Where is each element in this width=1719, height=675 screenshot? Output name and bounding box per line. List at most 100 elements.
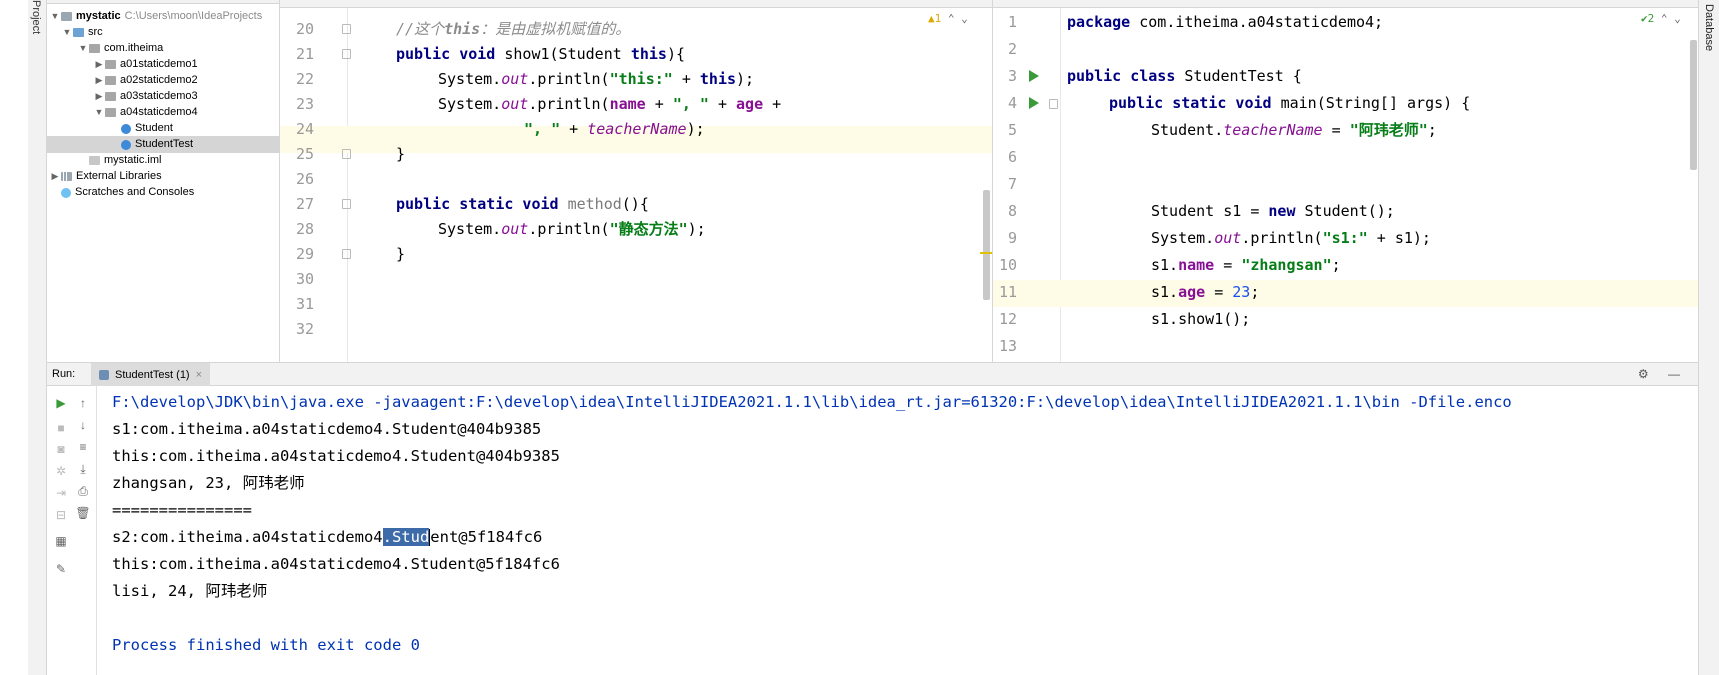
line-number: 30 bbox=[295, 270, 314, 288]
line-number: 13 bbox=[998, 337, 1017, 355]
fold-marker-icon[interactable] bbox=[342, 249, 351, 259]
fold-marker-icon[interactable] bbox=[342, 199, 351, 209]
tree-node-label: mystatic.iml bbox=[104, 154, 162, 166]
line-number: 23 bbox=[295, 95, 314, 113]
project-tree-header bbox=[47, 0, 279, 4]
console-line: s2:com.itheima.a04staticdemo4.Student@5f… bbox=[112, 528, 543, 546]
project-tool-tab[interactable]: Project bbox=[30, 0, 42, 34]
console-line: =============== bbox=[112, 501, 252, 519]
package-icon bbox=[89, 44, 100, 53]
settings-icon[interactable]: ⚙ — bbox=[1638, 367, 1688, 381]
run-panel-header: Run: StudentTest (1) × ⚙ — bbox=[47, 363, 1698, 386]
warning-stripe-marker[interactable] bbox=[980, 252, 992, 254]
chevron-right-icon[interactable]: ▶ bbox=[93, 88, 105, 105]
tree-node-a02[interactable]: ▶ a02staticdemo2 bbox=[93, 72, 198, 89]
line-number: 26 bbox=[295, 170, 314, 188]
tree-node-scratches[interactable]: Scratches and Consoles bbox=[61, 184, 194, 201]
right-tool-strip: Database bbox=[1698, 0, 1719, 675]
chevron-right-icon[interactable]: ▶ bbox=[93, 56, 105, 73]
code-line-12: s1.show1(); bbox=[1151, 310, 1251, 328]
dump-icon[interactable]: ⊟ bbox=[53, 508, 69, 522]
editor-scrollbar[interactable] bbox=[1690, 40, 1697, 170]
chevron-down-icon[interactable]: ▼ bbox=[93, 104, 105, 121]
tree-node-root[interactable]: ▼ mystatic C:\Users\moon\IdeaProjects bbox=[49, 8, 263, 25]
line-number: 1 bbox=[1007, 13, 1017, 31]
code-line-25: } bbox=[396, 145, 406, 163]
chevron-right-icon[interactable]: ▶ bbox=[93, 72, 105, 89]
tree-node-label: Student bbox=[135, 122, 173, 134]
tree-node-package[interactable]: ▼ com.itheima bbox=[77, 40, 164, 57]
pin-icon[interactable]: ✎ bbox=[53, 562, 69, 576]
line-number: 11 bbox=[998, 283, 1017, 301]
chevron-right-icon[interactable]: ▶ bbox=[49, 168, 61, 185]
code-line-20: //这个this：是由虚拟机赋值的。 bbox=[396, 20, 631, 38]
tree-node-external-libraries[interactable]: ▶ External Libraries bbox=[49, 168, 162, 185]
tree-node-a04[interactable]: ▼ a04staticdemo4 bbox=[93, 104, 198, 121]
tree-node-label: a02staticdemo2 bbox=[120, 74, 198, 86]
text-selection: .Stud bbox=[382, 528, 430, 546]
tree-node-label: src bbox=[88, 26, 103, 38]
tree-node-label: a04staticdemo4 bbox=[120, 106, 198, 118]
fold-marker-icon[interactable] bbox=[342, 149, 351, 159]
debug-icon[interactable]: ✲ bbox=[53, 464, 69, 478]
code-line-29: } bbox=[396, 245, 406, 263]
fold-marker-icon[interactable] bbox=[342, 49, 351, 59]
warning-badge[interactable]: ▲1 ⌃ ⌄ bbox=[928, 12, 968, 25]
tree-node-studenttest[interactable]: StudentTest bbox=[47, 136, 279, 153]
tree-node-student[interactable]: Student bbox=[121, 120, 173, 137]
camera-icon[interactable]: ◙ bbox=[53, 442, 69, 456]
fold-marker-icon[interactable] bbox=[342, 24, 351, 34]
tree-node-src[interactable]: ▼ src bbox=[61, 24, 103, 41]
scroll-to-end-icon[interactable]: ⤓ bbox=[75, 462, 91, 477]
run-config-icon bbox=[99, 369, 109, 380]
inspection-badge[interactable]: ✔2 ⌃ ⌄ bbox=[1641, 12, 1681, 25]
arrow-down-icon[interactable]: ↓ bbox=[75, 418, 91, 432]
line-number: 21 bbox=[295, 45, 314, 63]
console-line: F:\develop\JDK\bin\java.exe -javaagent:F… bbox=[112, 393, 1512, 411]
run-panel: Run: StudentTest (1) × ⚙ — ▶ ↑ ■ ↓ ◙ ≡ ✲… bbox=[47, 362, 1698, 675]
editor-studenttest[interactable]: ✔2 ⌃ ⌄ 1 2 3 4 5 6 7 8 9 10 11 12 13 pac… bbox=[992, 0, 1698, 362]
line-number: 25 bbox=[295, 145, 314, 163]
console-line: s1:com.itheima.a04staticdemo4.Student@40… bbox=[112, 420, 542, 438]
code-line-9: System.out.println("s1:" + s1); bbox=[1151, 229, 1431, 247]
arrow-up-icon[interactable]: ↑ bbox=[75, 396, 91, 410]
line-number: 6 bbox=[1007, 148, 1017, 166]
chevron-down-icon[interactable]: ▼ bbox=[61, 24, 73, 41]
tool-window-bar bbox=[28, 0, 47, 675]
fold-marker-icon[interactable] bbox=[1049, 99, 1058, 109]
console-line: this:com.itheima.a04staticdemo4.Student@… bbox=[112, 555, 560, 573]
package-icon bbox=[105, 92, 116, 101]
tree-node-iml[interactable]: mystatic.iml bbox=[77, 152, 161, 169]
code-line-23: System.out.println(name + ", " + age + bbox=[438, 95, 782, 113]
rerun-icon[interactable]: ▶ bbox=[53, 396, 69, 410]
code-line-11: s1.age = 23; bbox=[1151, 283, 1260, 301]
line-number: 29 bbox=[295, 245, 314, 263]
tree-node-a01[interactable]: ▶ a01staticdemo1 bbox=[93, 56, 198, 73]
close-icon[interactable]: × bbox=[196, 369, 202, 381]
line-number: 24 bbox=[295, 120, 314, 138]
console-line: Process finished with exit code 0 bbox=[112, 636, 420, 654]
stop-icon[interactable]: ■ bbox=[53, 421, 69, 435]
editor-scrollbar[interactable] bbox=[983, 190, 990, 300]
chevron-down-icon[interactable]: ▼ bbox=[49, 8, 61, 25]
chevron-down-icon[interactable]: ▼ bbox=[77, 40, 89, 57]
scratches-icon bbox=[61, 187, 71, 198]
database-tool-tab[interactable]: Database bbox=[1703, 4, 1715, 51]
package-icon bbox=[105, 108, 116, 117]
editor-student[interactable]: ▲1 ⌃ ⌄ 20 21 22 23 24 25 26 27 28 29 30 … bbox=[280, 0, 992, 362]
trash-icon[interactable]: 🗑 bbox=[75, 506, 91, 520]
run-main-icon[interactable] bbox=[1029, 97, 1039, 109]
exit-icon[interactable]: ⇥ bbox=[53, 486, 69, 500]
code-line-8: Student s1 = new Student(); bbox=[1151, 202, 1395, 220]
run-class-icon[interactable] bbox=[1029, 70, 1039, 82]
code-line-28: System.out.println("静态方法"); bbox=[438, 220, 706, 238]
left-tool-strip: Project bbox=[0, 0, 47, 675]
code-line-21: public void show1(Student this){ bbox=[396, 45, 685, 63]
print-icon[interactable]: ⎙ bbox=[75, 484, 91, 499]
layout-icon[interactable]: ▦ bbox=[53, 534, 69, 548]
tree-node-a03[interactable]: ▶ a03staticdemo3 bbox=[93, 88, 198, 105]
run-tab[interactable]: StudentTest (1) × bbox=[91, 363, 211, 386]
tree-node-label: External Libraries bbox=[76, 170, 162, 182]
editor-tab-strip bbox=[280, 0, 992, 8]
soft-wrap-icon[interactable]: ≡ bbox=[75, 440, 91, 454]
